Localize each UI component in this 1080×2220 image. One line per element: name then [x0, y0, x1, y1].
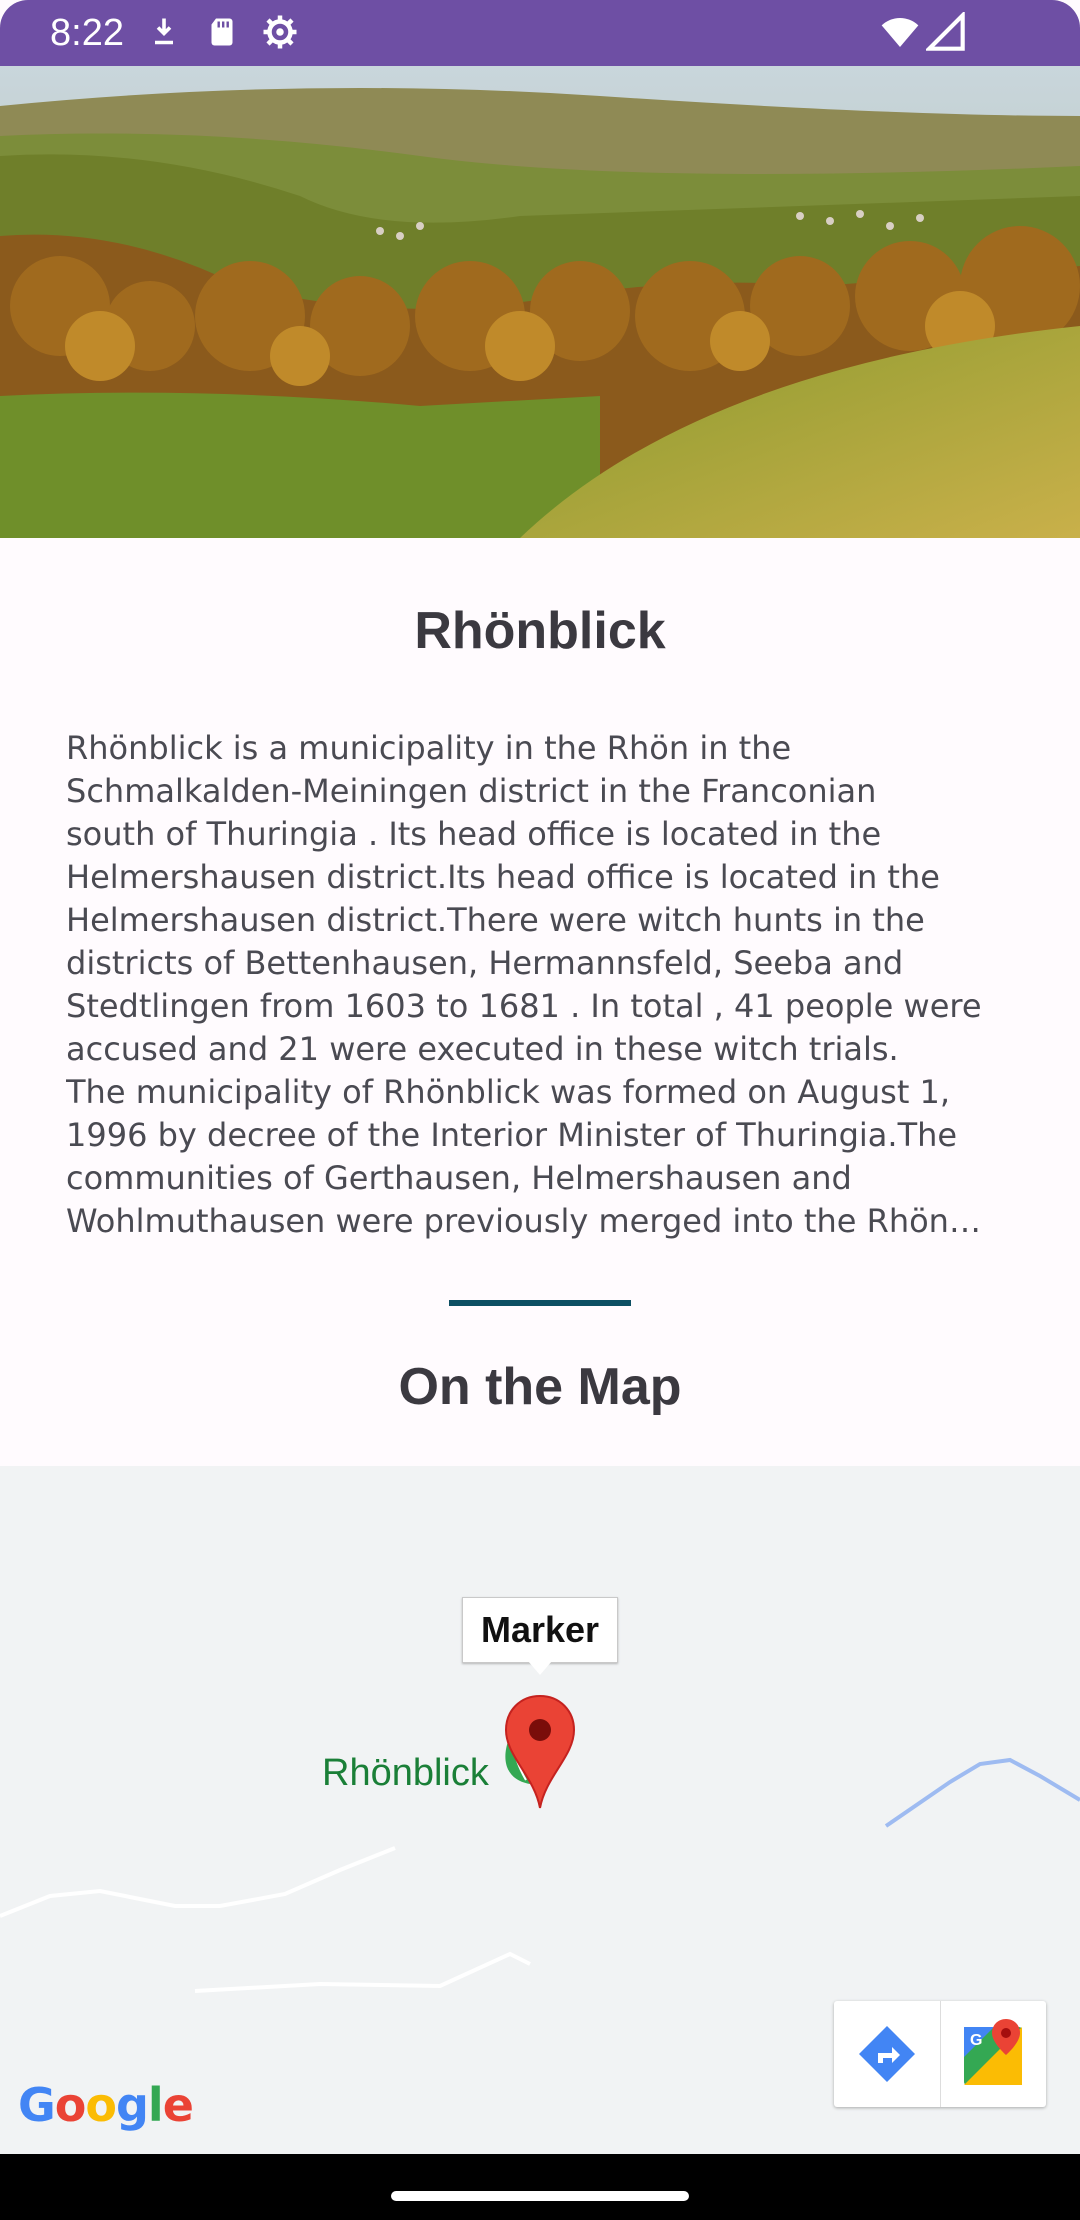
directions-icon — [859, 2026, 915, 2082]
description-line: 1996 by decree of the Interior Minister … — [66, 1116, 958, 1154]
place-title: Rhönblick — [414, 602, 666, 660]
hero-image — [0, 66, 1080, 538]
description-line: Rhönblick is a municipality in the Rhön … — [66, 729, 792, 767]
map-view[interactable]: Marker Rhönblick G Google — [0, 1466, 1080, 2154]
info-window-tail — [528, 1661, 552, 1675]
description-line: districts of Bettenhausen, Hermannsfeld,… — [66, 944, 904, 982]
map-place-label: Rhönblick — [322, 1752, 489, 1794]
open-in-google-maps-button[interactable]: G — [940, 2001, 1046, 2107]
google-logo: Google — [18, 2078, 194, 2132]
directions-button[interactable] — [834, 2001, 941, 2107]
svg-text:G: G — [970, 2032, 982, 2049]
sd-card-icon — [211, 18, 233, 46]
status-time: 8:22 — [50, 12, 124, 54]
wifi-icon — [881, 18, 919, 47]
map-heading: On the Map — [398, 1358, 682, 1416]
description-line: south of Thuringia . Its head office is … — [66, 815, 882, 853]
marker-info-window[interactable]: Marker — [462, 1597, 618, 1663]
description-line: Schmalkalden-Meiningen district in the F… — [66, 772, 877, 810]
description-line: communities of Gerthausen, Helmershausen… — [66, 1159, 852, 1197]
map-toolbar: G — [834, 2001, 1046, 2107]
google-maps-icon: G — [964, 2019, 1022, 2085]
description-line: Stedtlingen from 1603 to 1681 . In total… — [66, 987, 982, 1025]
system-navigation-bar — [0, 2154, 1080, 2220]
description-line: The municipality of Rhönblick was formed… — [66, 1073, 951, 1111]
download-icon — [155, 18, 173, 45]
home-gesture-handle[interactable] — [391, 2191, 689, 2201]
description-line: Helmershausen district.Its head office i… — [66, 858, 940, 896]
section-divider — [449, 1300, 631, 1306]
place-description: Rhönblick is a municipality in the Rhön … — [66, 727, 1016, 1247]
status-bar: 8:22 — [0, 0, 1080, 66]
description-line: Wohlmuthausen were previously merged int… — [66, 1202, 981, 1240]
map-marker-pin-icon[interactable] — [504, 1694, 576, 1810]
description-line: Helmershausen district.There were witch … — [66, 901, 925, 939]
signal-icon — [926, 12, 965, 51]
settings-icon — [263, 15, 297, 49]
description-line: accused and 21 were executed in these wi… — [66, 1030, 899, 1068]
